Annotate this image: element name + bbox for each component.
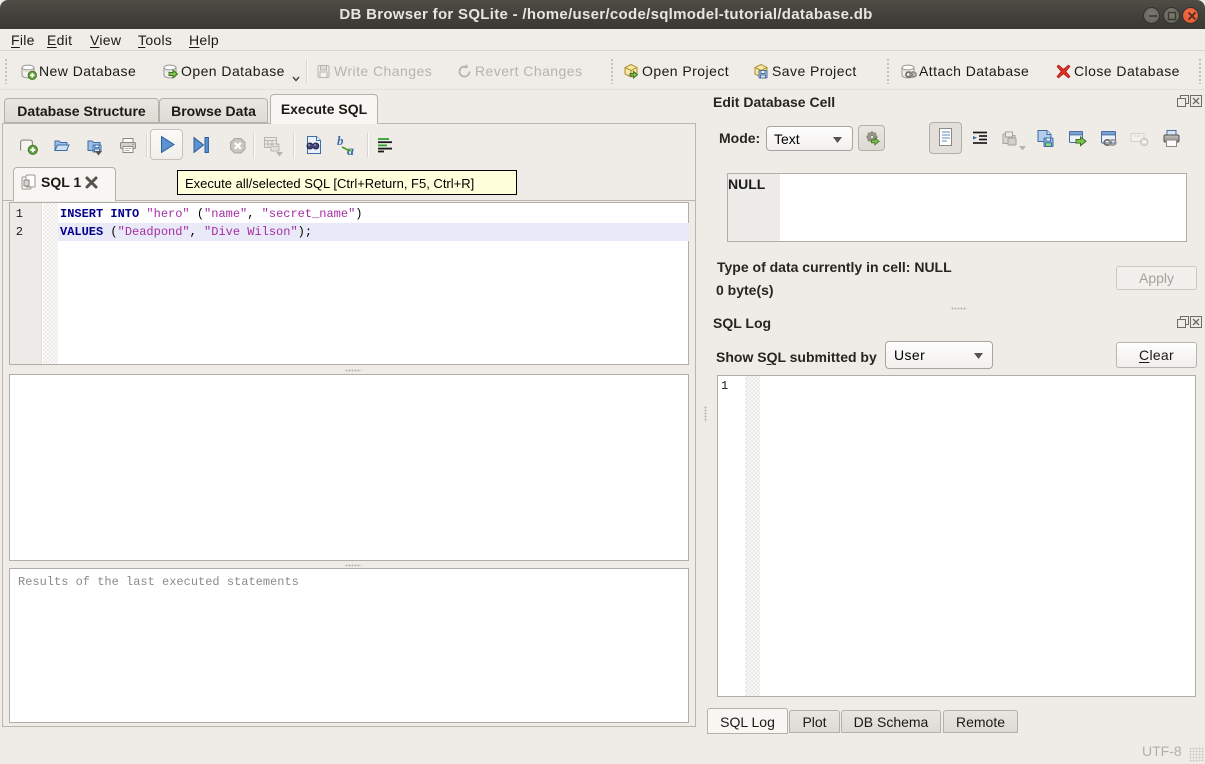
svg-text:b: b <box>337 134 344 148</box>
